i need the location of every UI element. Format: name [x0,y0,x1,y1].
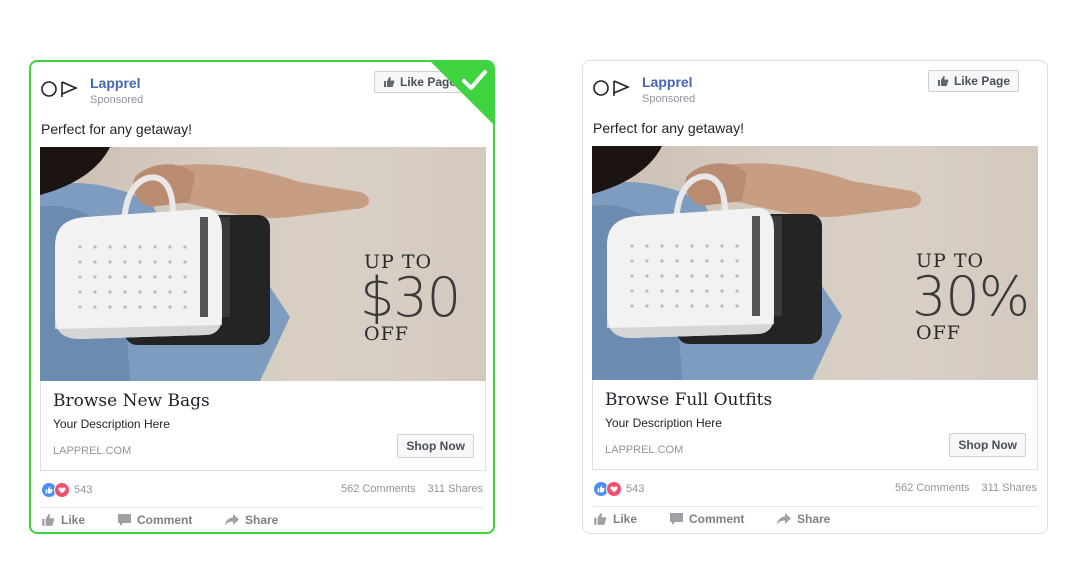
page-name-link[interactable]: Lapprel [642,74,693,90]
shop-now-button[interactable]: Shop Now [397,434,474,458]
thumbs-up-icon [383,77,395,87]
thumbs-up-icon [42,514,55,526]
brand-logo-icon[interactable] [41,78,79,100]
link-preview[interactable]: Browse New Bags Your Description Here LA… [40,381,486,471]
reactions-summary[interactable]: 543 [593,481,644,497]
ad-image[interactable]: UP TO $30 OFF [40,147,486,381]
sponsored-label: Sponsored [642,93,696,105]
engagement-stats: 543 562 Comments 311 Shares [41,482,483,502]
post-text: Perfect for any getaway! [593,120,744,136]
ad-card-variant-a: Lapprel Sponsored Like Page Perfect for … [29,60,495,534]
thumbs-up-icon [594,513,607,525]
divider [41,507,483,508]
ad-domain: LAPPREL.COM [53,445,132,457]
sponsored-label: Sponsored [90,94,144,106]
ad-headline[interactable]: Browse New Bags [53,391,210,411]
promo-amount: 30% [912,265,1030,328]
comment-icon [118,514,131,526]
ad-card-variant-b: Lapprel Sponsored Like Page Perfect for … [582,60,1048,534]
ad-description: Your Description Here [605,416,722,430]
post-text: Perfect for any getaway! [41,121,192,137]
divider [593,506,1037,507]
like-label: Like [61,513,86,527]
ad-domain: LAPPREL.COM [605,444,684,456]
share-icon [225,514,239,526]
comments-count[interactable]: 562 Comments [895,482,970,494]
shares-count[interactable]: 311 Shares [982,482,1037,494]
comment-label: Comment [689,512,745,526]
page-name-link[interactable]: Lapprel [90,75,141,91]
share-button[interactable]: Share [777,512,830,526]
share-label: Share [797,512,831,526]
shop-now-button[interactable]: Shop Now [949,433,1026,457]
checkmark-icon [462,70,487,90]
link-preview[interactable]: Browse Full Outfits Your Description Her… [592,380,1038,470]
thumbs-up-icon [937,76,949,86]
love-reaction-icon [54,482,70,498]
love-reaction-icon [606,481,622,497]
comment-button[interactable]: Comment [670,512,744,526]
comment-icon [670,513,683,525]
action-bar: Like Comment Share [41,513,483,532]
reactions-summary[interactable]: 543 [41,482,92,498]
share-label: Share [245,513,279,527]
share-icon [777,513,791,525]
engagement-stats: 543 562 Comments 311 Shares [593,481,1037,501]
reaction-count: 543 [74,484,93,496]
promo-overlay: UP TO $30 OFF [360,251,461,345]
like-page-button[interactable]: Like Page [927,70,1019,92]
comment-button[interactable]: Comment [118,513,192,527]
reaction-count: 543 [626,483,645,495]
ad-description: Your Description Here [53,417,170,431]
like-button[interactable]: Like [593,512,637,526]
brand-logo-icon[interactable] [593,77,631,99]
like-label: Like [613,512,638,526]
share-button[interactable]: Share [225,513,278,527]
like-page-label: Like Page [953,74,1010,88]
shares-count[interactable]: 311 Shares [428,483,483,495]
comment-label: Comment [137,513,193,527]
promo-overlay: UP TO 30% OFF [912,250,1030,344]
ad-image[interactable]: UP TO 30% OFF [592,146,1038,380]
action-bar: Like Comment Share [593,512,1037,532]
ad-headline[interactable]: Browse Full Outfits [605,390,772,410]
comments-count[interactable]: 562 Comments [341,483,416,495]
like-button[interactable]: Like [41,513,85,527]
promo-amount: $30 [360,266,461,329]
